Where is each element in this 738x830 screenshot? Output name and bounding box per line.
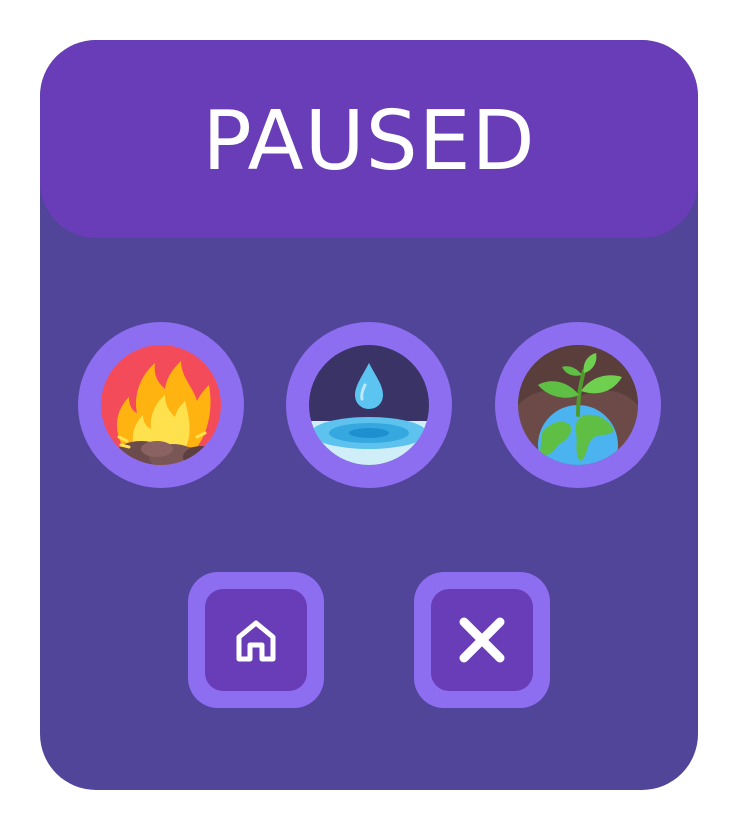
fire-icon [101, 345, 221, 465]
pause-panel: PAUSED [40, 40, 698, 790]
home-button-face [205, 589, 307, 691]
pause-header: PAUSED [40, 40, 698, 238]
close-button-face [431, 589, 533, 691]
earth-plant-icon [518, 345, 638, 465]
home-button[interactable] [188, 572, 324, 708]
close-button[interactable] [414, 572, 550, 708]
water-drop-icon [309, 345, 429, 465]
pause-title: PAUSED [202, 93, 536, 189]
close-icon [459, 617, 505, 663]
fire-element-button[interactable] [78, 322, 244, 488]
earth-element-button[interactable] [495, 322, 661, 488]
home-icon [236, 620, 276, 662]
water-element-button[interactable] [286, 322, 452, 488]
